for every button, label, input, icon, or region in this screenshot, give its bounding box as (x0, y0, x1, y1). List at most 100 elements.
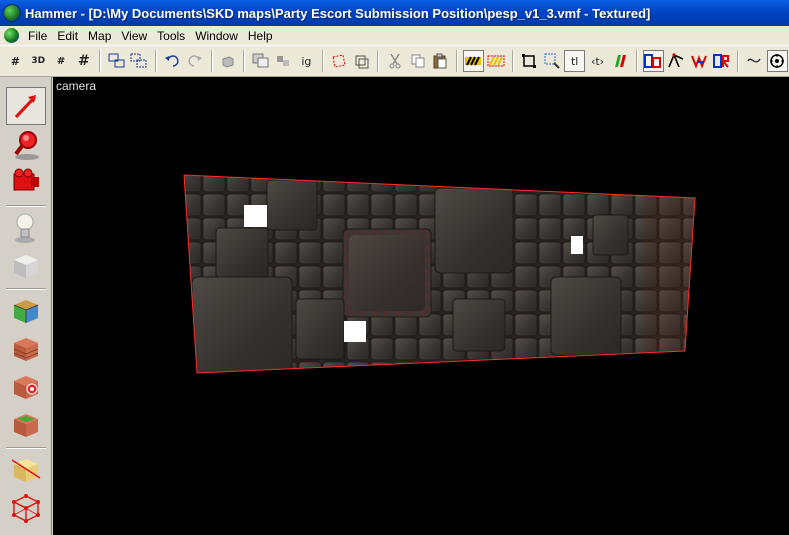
texture-application-tool[interactable] (6, 291, 46, 329)
select-all-icon[interactable] (519, 50, 540, 72)
menu-tools[interactable]: Tools (152, 29, 190, 43)
padded-tile (394, 337, 418, 361)
vertex-edit-icon[interactable] (666, 50, 687, 72)
menu-view[interactable]: View (116, 29, 152, 43)
magnify-tool[interactable] (6, 125, 46, 163)
entity-tool[interactable] (6, 208, 46, 246)
palette-separator (6, 288, 46, 290)
toolbar-separator (737, 50, 740, 72)
camera-icon (13, 168, 39, 191)
toggle-3d-grid-button[interactable]: 3D (28, 50, 49, 72)
viewport-label: camera (56, 79, 97, 93)
padded-tile (610, 175, 634, 193)
apply-current-texture-tool[interactable] (6, 329, 46, 367)
toolbar-separator (377, 50, 380, 72)
hammer-app-icon[interactable] (3, 4, 21, 22)
toolbar-separator (243, 50, 246, 72)
face-alignment-icon[interactable] (610, 50, 631, 72)
padded-tile (634, 361, 658, 373)
decal-tool[interactable] (6, 367, 46, 405)
group-icon[interactable] (106, 50, 127, 72)
camera-viewport[interactable]: camera (53, 77, 789, 535)
padded-tile (322, 217, 346, 241)
overlay-tool[interactable] (6, 405, 46, 443)
hammer-window: Hammer - [D:\My Documents\SKD maps\Party… (0, 0, 789, 535)
padded-tile (562, 175, 586, 193)
padded-tile (466, 361, 490, 373)
toggle-models-icon[interactable] (486, 50, 507, 72)
padded-tile (184, 193, 202, 217)
undo-icon[interactable] (162, 50, 183, 72)
padded-tile (418, 337, 442, 361)
block-tool[interactable] (6, 246, 46, 284)
padded-tile (658, 175, 682, 193)
padded-tile (514, 175, 538, 193)
toggle-overlay-icon[interactable] (688, 50, 709, 72)
scale-texture-button[interactable]: ‹t› (587, 50, 608, 72)
padded-tile (610, 193, 634, 217)
ungroup-icon[interactable] (129, 50, 150, 72)
padded-tile (514, 241, 538, 265)
toolbar-separator (455, 50, 458, 72)
larger-grid-button[interactable]: # (73, 50, 94, 72)
smaller-grid-button[interactable]: # (51, 50, 72, 72)
padded-tile (682, 175, 695, 193)
palette-separator (6, 447, 46, 449)
title-bar[interactable]: Hammer - [D:\My Documents\SKD maps\Party… (0, 0, 789, 26)
window-title: Hammer - [D:\My Documents\SKD maps\Party… (25, 5, 651, 21)
padded-tile (394, 193, 418, 217)
padded-tile (682, 361, 695, 373)
padded-tile (370, 337, 394, 361)
padded-tile (538, 217, 562, 241)
toggle-decals-icon[interactable] (711, 50, 732, 72)
clipping-tool[interactable] (6, 450, 46, 488)
padded-tile (202, 193, 226, 217)
padded-tile (394, 175, 418, 193)
padded-tile (322, 265, 346, 289)
menu-bar: File Edit Map View Tools Window Help (0, 26, 789, 45)
3d-view-icon[interactable] (766, 50, 788, 72)
selection-tool[interactable] (6, 87, 46, 125)
hide-selected-icon[interactable] (250, 50, 271, 72)
toggle-helpers-icon[interactable] (462, 50, 484, 72)
carve-icon[interactable] (218, 50, 239, 72)
toolbar-separator (511, 50, 514, 72)
menu-window[interactable]: Window (190, 29, 243, 43)
padded-tile (298, 241, 322, 265)
hide-unselected-icon[interactable] (273, 50, 294, 72)
camera-tool[interactable] (6, 163, 46, 201)
copy-icon[interactable] (407, 50, 428, 72)
padded-tile (514, 361, 538, 373)
toggle-displacement-icon[interactable] (642, 50, 664, 72)
texture-lock-button[interactable]: tl (564, 50, 586, 72)
padded-tile (514, 337, 538, 361)
padded-tile (707, 218, 729, 240)
padded-tile (514, 217, 538, 241)
vertex-manipulation-tool[interactable] (6, 488, 46, 526)
clip-icon[interactable] (352, 50, 373, 72)
menu-edit[interactable]: Edit (52, 29, 83, 43)
scene-render[interactable] (53, 77, 789, 535)
menu-map[interactable]: Map (83, 29, 116, 43)
padded-tile (610, 361, 634, 373)
padded-tile (514, 289, 538, 313)
padded-tile (226, 175, 250, 193)
padded-tile (682, 337, 695, 361)
menu-file[interactable]: File (23, 29, 52, 43)
padded-tile (538, 241, 562, 265)
redo-icon[interactable] (185, 50, 206, 72)
paste-icon[interactable] (430, 50, 451, 72)
snap-icon[interactable] (744, 50, 765, 72)
padded-wall-brush[interactable] (173, 167, 729, 384)
document-icon[interactable] (4, 28, 19, 43)
magnify-icon[interactable] (541, 50, 562, 72)
light-bulb-icon (15, 213, 35, 243)
ignore-groups-button[interactable]: ig (296, 50, 317, 72)
padded-tile (322, 361, 346, 373)
menu-help[interactable]: Help (243, 29, 278, 43)
cut-icon[interactable] (384, 50, 405, 72)
hollow-icon[interactable] (329, 50, 350, 72)
toolbar-separator (154, 50, 157, 72)
padded-tile (274, 241, 298, 265)
toggle-grid-button[interactable]: # (5, 50, 26, 72)
